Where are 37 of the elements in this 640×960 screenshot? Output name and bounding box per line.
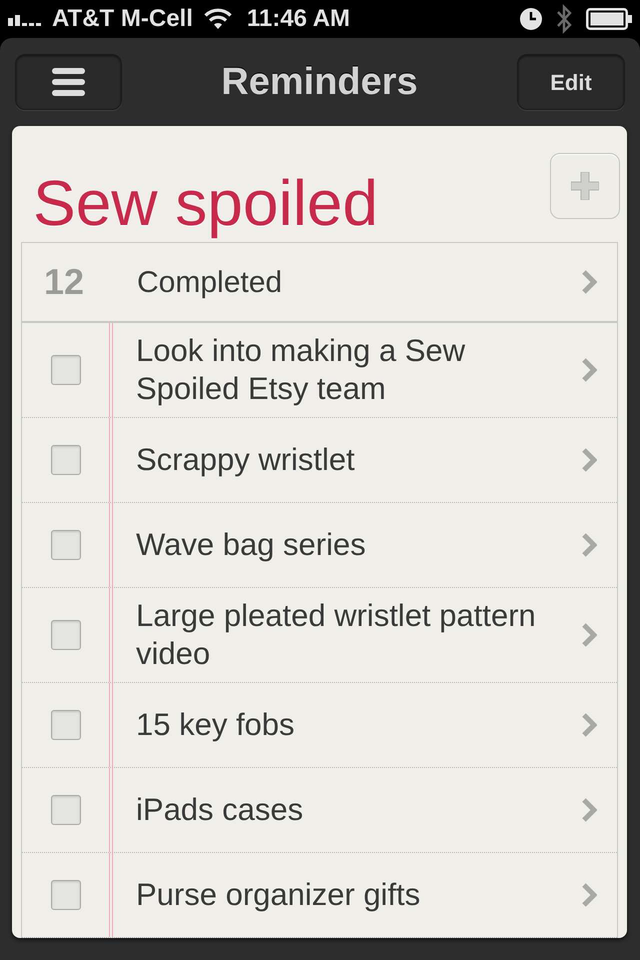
menu-button[interactable] <box>15 54 122 110</box>
reminder-text[interactable]: 15 key fobs <box>136 706 576 744</box>
battery-icon <box>586 8 632 30</box>
chevron-right-icon <box>581 882 597 908</box>
add-button[interactable] <box>550 153 620 219</box>
reminder-text[interactable]: iPads cases <box>136 791 576 829</box>
wifi-icon <box>202 8 233 30</box>
reminder-text[interactable]: Look into making a Sew Spoiled Etsy team <box>136 332 576 408</box>
checkbox[interactable] <box>50 355 80 385</box>
reminder-text[interactable]: Scrappy wristlet <box>136 441 576 479</box>
clock-icon <box>520 8 542 30</box>
carrier-name: AT&T M-Cell <box>52 4 193 34</box>
completed-label: Completed <box>137 264 284 300</box>
reminder-text[interactable]: Wave bag series <box>136 526 576 564</box>
completed-count: 12 <box>43 260 86 304</box>
checkbox[interactable] <box>50 620 80 650</box>
checkbox[interactable] <box>50 880 80 910</box>
chevron-right-icon <box>581 269 597 295</box>
checkbox[interactable] <box>50 795 80 825</box>
checkbox[interactable] <box>50 445 80 475</box>
completed-row[interactable]: 12 Completed <box>22 243 617 323</box>
menu-icon <box>52 68 85 96</box>
chevron-right-icon <box>581 447 597 473</box>
bluetooth-icon <box>556 4 572 34</box>
checkbox[interactable] <box>50 710 80 740</box>
chevron-right-icon <box>581 357 597 383</box>
edit-button[interactable]: Edit <box>517 54 625 110</box>
plus-icon <box>571 172 599 200</box>
reminder-text[interactable]: Large pleated wristlet pattern video <box>136 597 576 673</box>
nav-title: Reminders <box>221 60 418 104</box>
reminder-text[interactable]: Purse organizer gifts <box>136 876 576 914</box>
chevron-right-icon <box>581 622 597 648</box>
chevron-right-icon <box>581 712 597 738</box>
chevron-right-icon <box>581 532 597 558</box>
status-time: 11:46 AM <box>246 4 350 34</box>
checkbox[interactable] <box>50 530 80 560</box>
chevron-right-icon <box>581 797 597 823</box>
